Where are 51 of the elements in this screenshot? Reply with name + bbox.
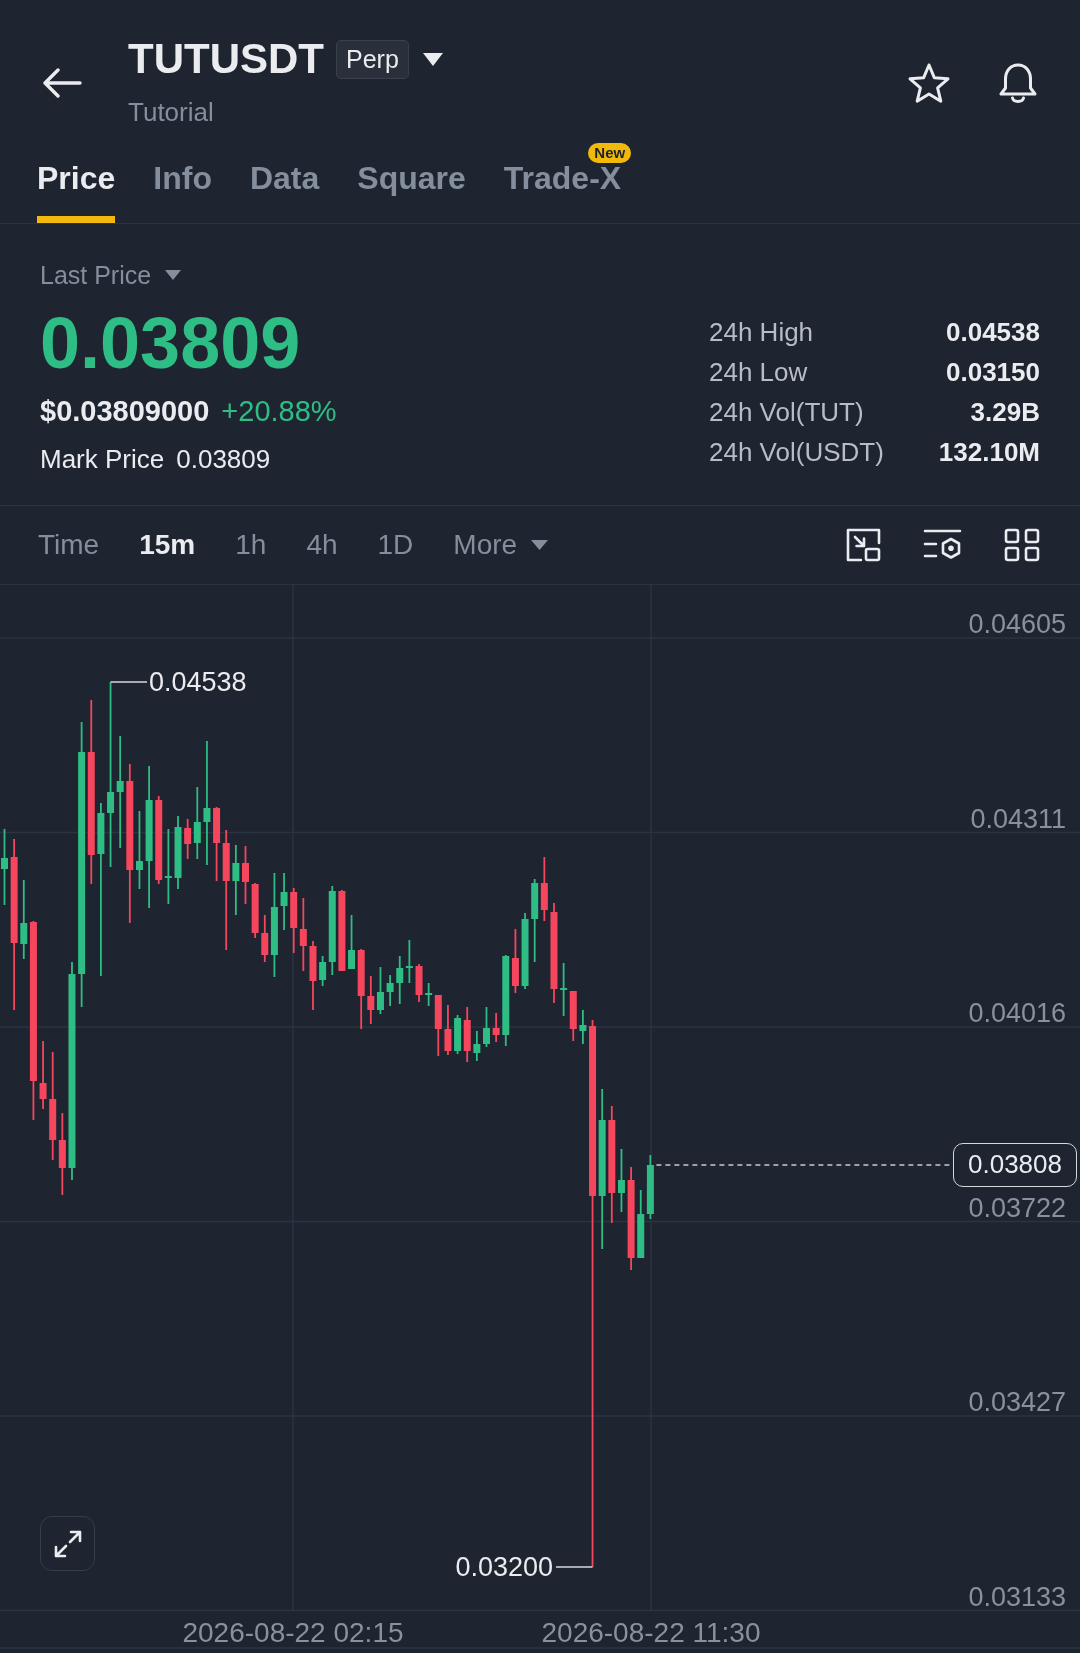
price-axis-label: 0.04605 [968, 609, 1066, 639]
price-axis-label: 0.03427 [968, 1387, 1066, 1417]
current-price-tag: 0.03808 [953, 1143, 1077, 1187]
back-arrow-icon[interactable] [42, 68, 82, 98]
resize-window-icon[interactable] [846, 528, 882, 562]
time-axis-label: 2026-08-22 02:15 [182, 1617, 404, 1648]
price-axis-label: 0.04016 [968, 998, 1066, 1028]
stat-label: 24h Vol(USDT) [709, 436, 885, 468]
interval-option[interactable]: 15m [139, 528, 196, 562]
stat-label: 24h High [709, 316, 815, 348]
grid-icon[interactable] [1004, 528, 1040, 562]
stat-label: 24h Low [709, 356, 809, 388]
time-axis-label: 2026-08-22 11:30 [541, 1617, 761, 1648]
interval-option[interactable]: 1h [235, 528, 267, 562]
stat-label: 24h Vol(TUT) [709, 396, 865, 428]
interval-option[interactable]: 4h [306, 528, 338, 562]
caret-down-icon[interactable] [422, 52, 443, 66]
more-dropdown[interactable]: More [453, 528, 549, 562]
fullscreen-button[interactable] [40, 1516, 95, 1571]
tab[interactable]: Info [153, 159, 212, 223]
mark-price-value: 0.03809 [176, 443, 271, 475]
contract-type-badge: Perp [336, 39, 409, 79]
stat-value: 0.03150 [945, 356, 1040, 388]
tab[interactable]: Price [37, 159, 116, 223]
mark-price-label: Mark Price [40, 443, 165, 475]
symbol-title: TUTUSDT [128, 39, 324, 79]
interval-option[interactable]: 1D [377, 528, 414, 562]
tab[interactable]: Square [357, 159, 466, 223]
leader-line [109, 681, 148, 683]
high-price-label: 0.04538 [149, 667, 247, 697]
interval-option[interactable]: Time [38, 528, 100, 562]
caret-down-icon [165, 270, 182, 280]
price-axis-label: 0.03722 [968, 1192, 1066, 1223]
price-axis-label: 0.03133 [968, 1581, 1066, 1612]
last-price: 0.03809 [40, 303, 301, 383]
price-axis-label: 0.04311 [970, 803, 1066, 834]
price-type-dropdown[interactable]: Last Price [40, 260, 182, 290]
low-price-label: 0.03200 [455, 1552, 553, 1582]
symbol-subtitle: Tutorial [128, 97, 214, 127]
stat-value: 132.10M [938, 436, 1040, 468]
stat-value: 3.29B [969, 396, 1040, 428]
list-settings-icon[interactable] [923, 528, 963, 562]
usd-price: $0.03809000 [40, 394, 210, 428]
leader-line [555, 1566, 594, 1568]
tab[interactable]: Data [249, 159, 320, 223]
new-badge: New [588, 143, 632, 163]
star-icon[interactable] [907, 62, 951, 104]
expand-icon [52, 1528, 83, 1559]
price-change: +20.88% [221, 394, 337, 428]
caret-down-icon [531, 540, 549, 550]
stat-value: 0.04538 [945, 316, 1040, 348]
